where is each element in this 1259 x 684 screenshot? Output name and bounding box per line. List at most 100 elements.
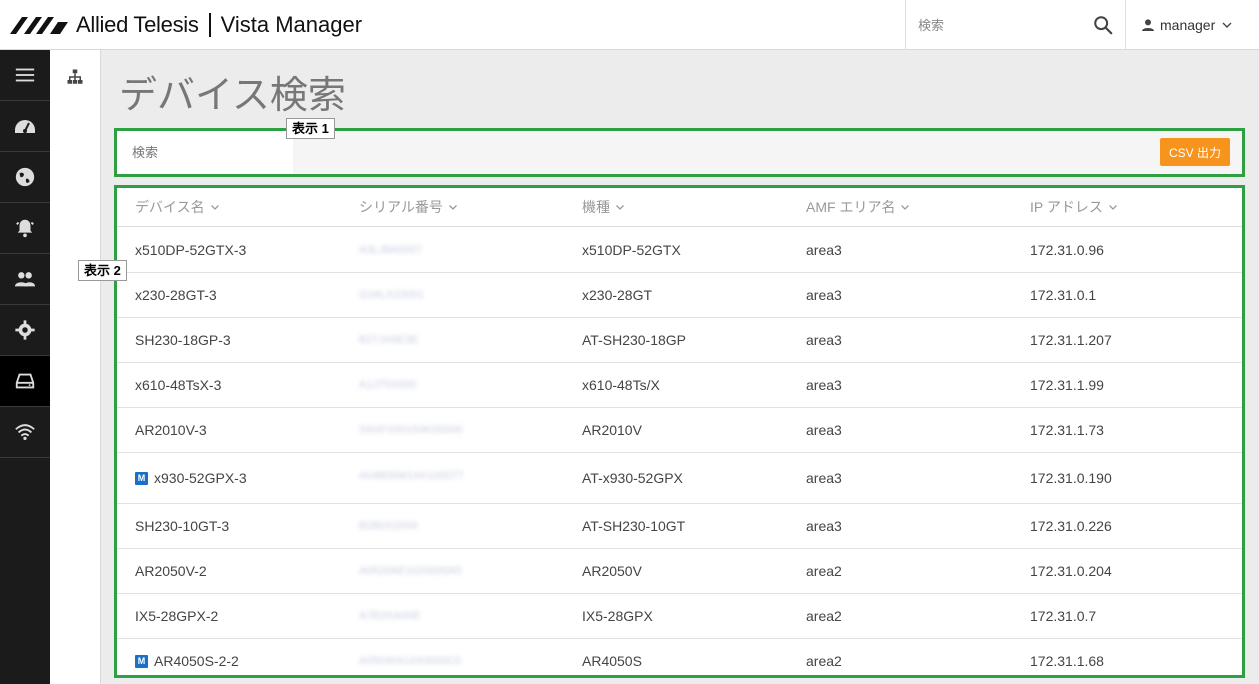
cell-model: x230-28GT — [582, 287, 652, 303]
chevron-down-icon — [616, 205, 624, 210]
cell-model: AT-SH230-10GT — [582, 518, 685, 534]
cell-text: S9XFX00154K00000 — [359, 424, 463, 436]
cell-model: x510DP-52GTX — [582, 242, 681, 258]
cell-model: AR2010V — [582, 422, 642, 438]
table-row[interactable]: AR2050V-2 A0520AE1020000A5 AR2050V area2 172… — [117, 549, 1242, 594]
users-icon — [14, 272, 36, 287]
cell-ip: 172.31.0.1 — [1030, 287, 1096, 303]
nav-wireless[interactable] — [0, 407, 50, 458]
topology-icon[interactable] — [66, 68, 84, 86]
cell-name: x230-28GT-3 — [135, 287, 217, 303]
device-icon — [15, 373, 35, 389]
cell-name: SH230-18GP-3 — [135, 332, 231, 348]
table-row[interactable]: Mx930-52GPX-3 A04800W14X100077 AT-x930-52G… — [117, 453, 1242, 504]
cell-text: AT-x930-52GPX — [582, 470, 683, 486]
nav-dashboard[interactable] — [0, 101, 50, 152]
cell-text: area2 — [806, 563, 842, 579]
cell-text: x230-28GT — [582, 287, 653, 303]
product-name: Vista Manager — [220, 12, 363, 37]
sub-nav — [50, 50, 101, 684]
filter-bar: CSV 出力 — [114, 128, 1245, 177]
filter-search-input[interactable] — [117, 131, 293, 174]
cell-text: SH230-18GP-3 — [135, 332, 231, 348]
cell-text: AT-SH230-18GP — [582, 332, 687, 348]
column-header-serial[interactable]: シリアル番号 — [359, 197, 459, 217]
table-row[interactable]: SH230-18GP-3 B27JX6E3E AT-SH230-18GP area3 1… — [117, 318, 1242, 363]
cell-text: AR2050V — [582, 563, 642, 579]
column-header-amf-area[interactable]: AMF エリア名 — [806, 197, 911, 217]
cell-text: x610-48Ts/X — [582, 377, 660, 393]
nav-devices[interactable] — [0, 356, 50, 407]
column-header-ip[interactable]: IP アドレス — [1030, 197, 1119, 217]
cell-text: 172.31.1.207 — [1030, 332, 1112, 348]
table-row[interactable]: x230-28GT-3 G34LX23001 x230-28GT area3 172.3… — [117, 273, 1242, 318]
user-menu[interactable]: manager — [1140, 0, 1239, 50]
device-table: デバイス名 シリアル番号 機種 AMF エリア名 IP アドレス x510DP-… — [114, 185, 1245, 678]
cell-text: area2 — [806, 653, 842, 669]
cell-text: 172.31.1.99 — [1030, 377, 1104, 393]
alarm-icon — [16, 219, 34, 238]
cell-text: B2B0X2004 — [359, 520, 418, 532]
cell-name: M AR4050S-2-2 — [135, 653, 239, 669]
cell-area: area3 — [806, 287, 842, 303]
cell-ip: 172.31.0.190 — [1030, 470, 1112, 486]
brand-name: Allied Telesis — [76, 12, 199, 37]
table-row[interactable]: IX5-28GPX-2 A7E0XA00E IX5-28GPX area2 172.31… — [117, 594, 1242, 639]
chevron-down-icon — [210, 205, 219, 210]
table-row[interactable]: SH230-10GT-3 B2B0X2004 AT-SH230-10GT area3 1… — [117, 504, 1242, 549]
table-row[interactable]: x610-48TsX-3 A1JT5X000 x610-48Ts/X area3 172… — [117, 363, 1242, 408]
nav-alarms[interactable] — [0, 203, 50, 254]
nav-users[interactable] — [0, 254, 50, 305]
logo[interactable]: Allied Telesis Vista Manager — [10, 12, 362, 38]
dashboard-icon — [15, 120, 35, 133]
cell-name: Mx930-52GPX-3 — [135, 470, 247, 486]
user-icon — [1142, 19, 1154, 31]
cell-name: x610-48TsX-3 — [135, 377, 221, 393]
header-search-input[interactable] — [918, 14, 1088, 36]
cell-text: AR2050V-2 — [135, 563, 207, 579]
cell-name: AR2010V-3 — [135, 422, 207, 438]
cell-text: 172.31.0.204 — [1030, 563, 1112, 579]
search-icon[interactable] — [1092, 14, 1114, 36]
cell-text: 172.31.0.1 — [1030, 287, 1097, 303]
cell-name: SH230-10GT-3 — [135, 518, 229, 534]
cell-text: area2 — [806, 608, 842, 624]
cell-text: A3LJ8A0007 — [359, 244, 422, 256]
chevron-down-icon — [901, 205, 910, 210]
cell-serial: A05040414X0000C0 — [359, 655, 461, 667]
logo-divider — [208, 13, 211, 37]
cell-text: SH230-10GT-3 — [135, 518, 230, 534]
column-header-device-name[interactable]: デバイス名 — [135, 197, 221, 217]
cell-model: AT-x930-52GPX — [582, 470, 683, 486]
table-row[interactable]: M AR4050S-2-2 A05040414X0000C0 AR4050S area2… — [117, 639, 1242, 675]
cell-text: A7E0XA00E — [359, 610, 421, 622]
cell-ip: 172.31.0.226 — [1030, 518, 1112, 534]
table-row[interactable]: x510DP-52GTX-3 A3LJ8A0007 x510DP-52GTX area… — [117, 228, 1242, 273]
settings-icon — [15, 320, 35, 340]
table-row[interactable]: AR2010V-3 S9XFX00154K00000 AR2010V area3 172… — [117, 408, 1242, 453]
cell-text: A05040414X0000C0 — [359, 655, 462, 667]
nav-network[interactable] — [0, 152, 50, 203]
cell-serial: B27JX6E3E — [359, 334, 418, 346]
cell-ip: 172.31.0.204 — [1030, 563, 1112, 579]
main-nav — [0, 50, 50, 684]
cell-text: x230-28GT-3 — [135, 287, 217, 303]
user-name: manager — [1160, 17, 1216, 33]
cell-ip: 172.31.1.73 — [1030, 422, 1104, 438]
cell-serial: G34LX23001 — [359, 289, 424, 301]
cell-serial: A1JT5X000 — [359, 379, 416, 391]
cell-serial: A7E0XA00E — [359, 610, 420, 622]
cell-text: area3 — [806, 422, 842, 438]
cell-text: AR2010V-3 — [135, 422, 207, 438]
cell-text: AR4050S-2-2 — [154, 653, 239, 669]
cell-text: 172.31.0.96 — [1030, 242, 1104, 258]
cell-text: area3 — [806, 377, 842, 393]
nav-settings[interactable] — [0, 305, 50, 356]
cell-text: area3 — [806, 242, 842, 258]
cell-area: area2 — [806, 608, 842, 624]
nav-menu[interactable] — [0, 50, 50, 101]
cell-name: x510DP-52GTX-3 — [135, 242, 246, 258]
csv-export-button[interactable]: CSV 出力 — [1160, 138, 1230, 166]
column-header-model[interactable]: 機種 — [582, 197, 626, 217]
cell-text: area3 — [806, 287, 842, 303]
